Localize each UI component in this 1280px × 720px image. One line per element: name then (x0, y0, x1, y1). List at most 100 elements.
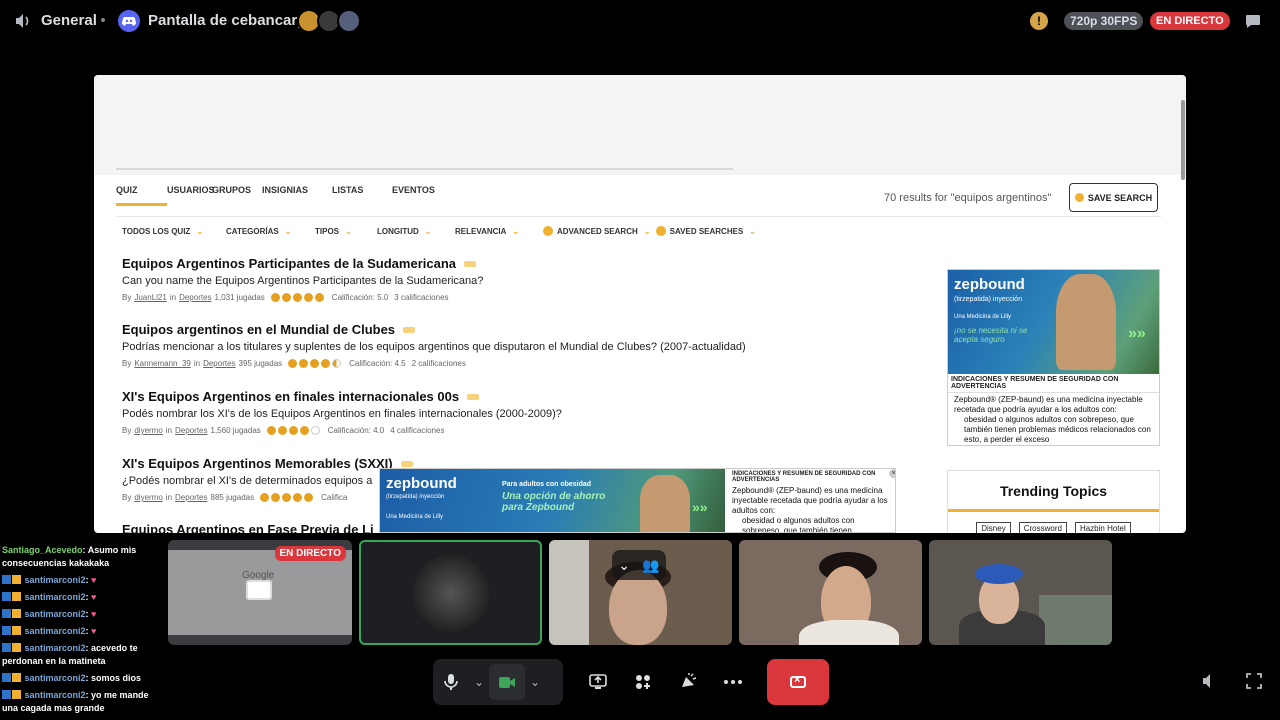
filter-categorias[interactable]: CATEGORÍAS ⌄ (226, 227, 315, 236)
star-icon (281, 293, 291, 302)
chevron-down-icon[interactable]: ⌄ (469, 675, 489, 689)
microphone-button[interactable] (433, 664, 469, 700)
saved-searches-button[interactable]: SAVED SEARCHES ⌄ (656, 226, 756, 236)
trending-tag[interactable]: Hazbin Hotel (1074, 522, 1131, 533)
camera-button[interactable] (489, 664, 525, 700)
star-icon (321, 359, 331, 368)
tab-usuarios[interactable]: USUARIOS (167, 185, 215, 206)
soundboard-button[interactable] (670, 664, 706, 700)
filter-label: CATEGORÍAS (226, 226, 279, 236)
trending-tag[interactable]: Crossword (1018, 522, 1067, 533)
screen-share-tile[interactable]: Google EN DIRECTO (168, 540, 352, 645)
trending-tag[interactable]: Disney (976, 522, 1011, 533)
chat-username[interactable]: Santiago_Acevedo (2, 545, 83, 555)
tab-grupos[interactable]: GRUPOS (212, 185, 262, 206)
chat-username[interactable]: santimarconi2 (25, 592, 86, 602)
sidebar-ad[interactable]: zepbound (tirzepatida) inyección Una Med… (947, 269, 1160, 446)
advanced-search-button[interactable]: ADVANCED SEARCH ⌄ (543, 226, 656, 236)
rating-count: 3 calificaciones (394, 293, 449, 302)
discord-call-window: General Pantalla de cebancarp ! 720p 30F… (0, 0, 1280, 720)
save-search-button[interactable]: SAVE SEARCH (1069, 183, 1158, 212)
warning-icon[interactable]: ! (1030, 12, 1048, 30)
participant-tile[interactable] (739, 540, 922, 645)
chat-username[interactable]: santimarconi2 (25, 609, 86, 619)
plays-count: 1,031 jugadas (214, 293, 265, 302)
author-link[interactable]: diyermo (134, 426, 162, 435)
filter-todos[interactable]: TODOS LOS QUIZ ⌄ (122, 227, 226, 236)
participant-tile[interactable]: ⌄ 👥 (549, 540, 732, 645)
tab-quiz[interactable]: QUIZ (116, 185, 167, 206)
filter-relevancia[interactable]: RELEVANCIA ⌄ (455, 227, 543, 236)
close-icon[interactable]: × (889, 469, 895, 478)
author-link[interactable]: diyermo (134, 493, 162, 502)
gear-icon (543, 226, 553, 236)
star-icon (288, 359, 298, 368)
people-icon[interactable]: 👥 (642, 557, 659, 574)
trending-tags: Disney Crossword Hazbin Hotel (948, 522, 1159, 533)
quiz-title[interactable]: Equipos Argentinos en Fase Previa de Li (122, 522, 374, 533)
quiz-title[interactable]: XI's Equipos Argentinos Memorables (SXXI… (122, 456, 413, 471)
participant-tile[interactable] (929, 540, 1112, 645)
ad-tagline: ¡no se necesita ni se acepta seguro (954, 326, 1028, 344)
activities-button[interactable] (625, 664, 661, 700)
chevron-down-icon[interactable]: ⌄ (618, 557, 630, 574)
in-label: in (193, 359, 201, 368)
bottom-ad[interactable]: zepbound (tirzepatida) inyección Una Med… (379, 468, 896, 533)
filter-longitud[interactable]: LONGITUD ⌄ (377, 227, 455, 236)
channel-name[interactable]: General (41, 12, 97, 29)
arrows-icon: »» (692, 499, 708, 515)
fullscreen-icon[interactable] (1243, 672, 1265, 694)
chat-username[interactable]: santimarconi2 (25, 626, 86, 636)
quiz-title-text[interactable]: XI's Equipos Argentinos en finales inter… (122, 389, 459, 404)
shared-screen[interactable]: QUIZ USUARIOS GRUPOS INSIGNIAS LISTAS EV… (94, 75, 1186, 533)
in-label: in (169, 293, 177, 302)
star-icon (271, 493, 281, 502)
author-link[interactable]: Kannemann_39 (134, 359, 191, 368)
quiz-title[interactable]: Equipos Argentinos Participantes de la S… (122, 256, 483, 271)
screen-share-button[interactable] (580, 664, 616, 700)
category-link[interactable]: Deportes (179, 293, 211, 302)
author-link[interactable]: JuanLl21 (134, 293, 166, 302)
loading-bar (116, 168, 733, 170)
quiz-title-text[interactable]: XI's Equipos Argentinos Memorables (SXXI… (122, 456, 393, 471)
quiz-title-text[interactable]: Equipos Argentinos Participantes de la S… (122, 256, 456, 271)
avatar[interactable] (337, 9, 361, 33)
category-link[interactable]: Deportes (175, 493, 207, 502)
tab-listas[interactable]: LISTAS (332, 185, 392, 206)
scrollbar[interactable] (1181, 100, 1185, 180)
heart-icon: ♥ (91, 575, 97, 585)
quiz-title-text[interactable]: Equipos argentinos en el Mundial de Club… (122, 322, 395, 337)
disconnect-button[interactable] (767, 659, 829, 705)
ad-subtitle: (tirzepatida) inyección (386, 494, 445, 500)
chat-message: santimarconi2: somos dios (2, 672, 167, 685)
by-label: By (122, 426, 132, 435)
star-icon (277, 426, 287, 435)
quiz-title[interactable]: Equipos argentinos en el Mundial de Club… (122, 322, 746, 337)
ad-photo (1056, 274, 1116, 370)
star-icon (299, 359, 309, 368)
filter-tipos[interactable]: TIPOS ⌄ (315, 227, 377, 236)
rating-stars (270, 293, 326, 302)
star-icon (304, 493, 314, 502)
quiz-title[interactable]: XI's Equipos Argentinos en finales inter… (122, 389, 562, 404)
chat-icon[interactable] (1244, 12, 1262, 30)
ad-banner[interactable]: zepbound (tirzepatida) inyección Una Med… (380, 469, 725, 532)
tab-eventos[interactable]: EVENTOS (392, 185, 442, 206)
chat-username[interactable]: santimarconi2 (25, 673, 86, 683)
chat-username[interactable]: santimarconi2 (25, 643, 86, 653)
badge-icon (12, 643, 21, 652)
discord-avatar-icon (118, 10, 140, 32)
category-link[interactable]: Deportes (203, 359, 235, 368)
chat-username[interactable]: santimarconi2 (25, 575, 86, 585)
tab-insignias[interactable]: INSIGNIAS (262, 185, 332, 206)
chevron-down-icon[interactable]: ⌄ (525, 675, 545, 689)
chat-username[interactable]: santimarconi2 (25, 690, 86, 700)
more-options-button[interactable] (715, 664, 751, 700)
volume-icon[interactable] (1199, 672, 1221, 694)
viewer-avatars[interactable] (297, 9, 361, 33)
badge-icon (12, 609, 21, 618)
ad-banner[interactable]: zepbound (tirzepatida) inyección Una Med… (948, 270, 1159, 374)
category-link[interactable]: Deportes (175, 426, 207, 435)
participant-tile-speaking[interactable] (359, 540, 542, 645)
tile-overlay-controls[interactable]: ⌄ 👥 (612, 550, 666, 580)
